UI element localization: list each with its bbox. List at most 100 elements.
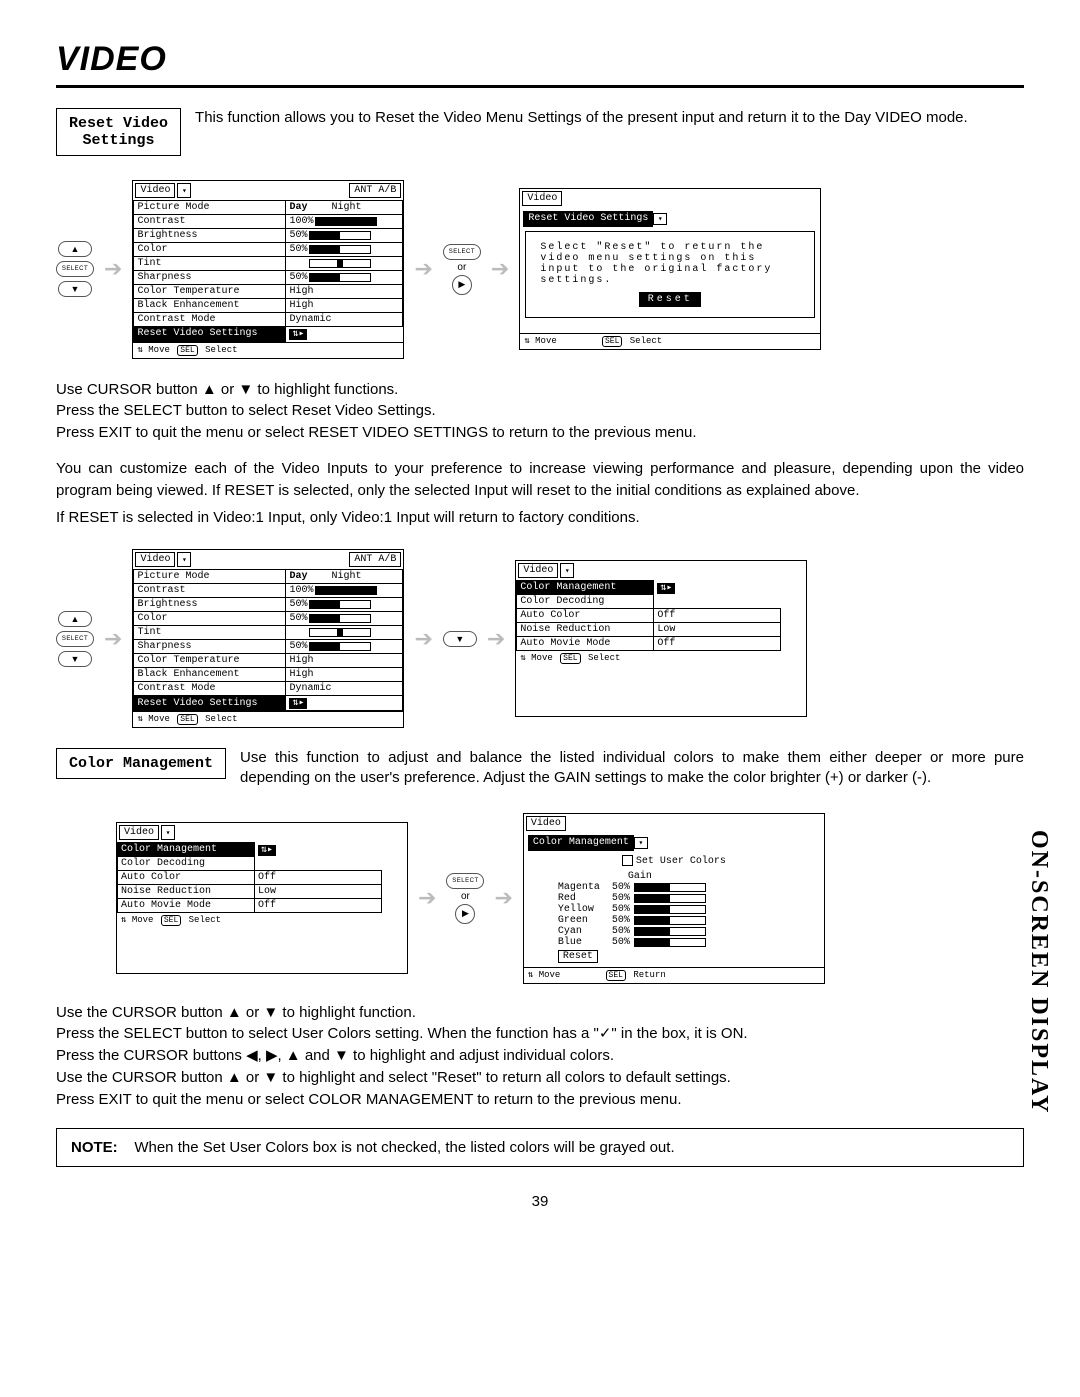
dialog-message: Select "Reset" to return the video menu … [540,242,800,286]
cursor-down-button[interactable]: ▼ [443,631,477,647]
dropdown-icon[interactable]: ▾ [653,213,667,225]
remote-buttons: ▲ SELECT ▼ [56,241,94,297]
osd-footer: ⇅ Move SEL Return [524,967,824,983]
cursor-right-button[interactable]: ▶ [452,275,472,295]
set-user-colors-label: Set User Colors [636,856,726,867]
instruction: Use the CURSOR button ▲ or ▼ to highligh… [56,1067,1024,1089]
row-sharpness[interactable]: Sharpness [134,271,286,285]
checkbox-set-user-colors[interactable] [622,855,633,866]
note-text: When the Set User Colors box is not chec… [134,1139,674,1156]
row-picture-mode[interactable]: Picture Mode [134,201,286,215]
gain-row-cyan[interactable]: Cyan50% [528,926,820,937]
gain-row-green[interactable]: Green50% [528,915,820,926]
row-contrast-mode[interactable]: Contrast Mode [134,682,286,696]
gain-row-blue[interactable]: Blue50% [528,937,820,948]
instruction: Press the SELECT button to select Reset … [56,400,1024,422]
row-color[interactable]: Color [134,612,286,626]
cursor-down-button[interactable]: ▼ [58,281,92,297]
osd-title: Video [518,563,558,578]
osd-cm-list: Video ▾ Color Management⇅▸ Color Decodin… [515,560,807,717]
osd-cm-gain: Video Color Management▾ Set User Colors … [523,813,825,984]
cursor-up-button[interactable]: ▲ [58,241,92,257]
note-box: NOTE: When the Set User Colors box is no… [56,1128,1024,1167]
page-number: 39 [56,1193,1024,1210]
row-sharpness[interactable]: Sharpness [134,640,286,654]
cursor-up-button[interactable]: ▲ [58,611,92,627]
cursor-right-button[interactable]: ▶ [455,904,475,924]
row-color-management[interactable]: Color Management [517,581,654,595]
arrow-icon: ➔ [494,885,512,911]
instruction: Use the CURSOR button ▲ or ▼ to highligh… [56,1002,1024,1024]
row-auto-color[interactable]: Auto Color [517,609,654,623]
arrow-icon: ➔ [104,626,122,652]
instruction: Press the CURSOR buttons ◀, ▶, ▲ and ▼ t… [56,1045,1024,1067]
osd-title: Video [526,816,566,831]
select-button[interactable]: SELECT [56,631,94,647]
osd-subtitle[interactable]: Reset Video Settings [523,211,653,227]
feature-label: Reset Video Settings [56,108,181,156]
osd-video-menu: Video ▾ ANT A/B Picture ModeDay Night Co… [132,180,404,359]
note-label: NOTE: [71,1139,118,1156]
row-tint[interactable]: Tint [134,257,286,271]
dropdown-icon[interactable]: ▾ [560,563,574,578]
dropdown-icon[interactable]: ▾ [161,825,175,840]
dropdown-icon[interactable]: ▾ [177,183,191,198]
row-brightness[interactable]: Brightness [134,598,286,612]
gain-row-yellow[interactable]: Yellow50% [528,904,820,915]
osd-title: Video [135,552,175,567]
osd-footer: ⇅ Move SEL Select [520,333,820,349]
feature-desc: This function allows you to Reset the Vi… [195,108,968,128]
osd-source: ANT A/B [349,552,401,567]
row-auto-movie[interactable]: Auto Movie Mode [118,899,255,913]
instruction: Press EXIT to quit the menu or select RE… [56,422,1024,444]
row-contrast[interactable]: Contrast [134,215,286,229]
feature-label: Color Management [56,748,226,779]
row-auto-color[interactable]: Auto Color [118,871,255,885]
reset-colors-button[interactable]: Reset [558,950,598,963]
select-button[interactable]: SELECT [443,244,481,260]
row-auto-movie[interactable]: Auto Movie Mode [517,637,654,651]
row-reset-video[interactable]: Reset Video Settings [134,696,286,711]
section-label: ON-SCREEN DISPLAY [1025,830,1052,1115]
row-contrast-mode[interactable]: Contrast Mode [134,313,286,327]
osd-subtitle[interactable]: Color Management [528,835,634,851]
row-noise-reduction[interactable]: Noise Reduction [118,885,255,899]
dropdown-icon[interactable]: ▾ [634,837,648,849]
diagram-to-cm: ▲ SELECT ▼ ➔ Video ▾ ANT A/B Picture Mod… [56,549,1024,728]
osd-footer: ⇅ Move SEL Select [133,342,403,358]
title-rule [56,85,1024,88]
connector: SELECT or ▶ [443,244,481,295]
row-black-enh[interactable]: Black Enhancement [134,668,286,682]
row-color[interactable]: Color [134,243,286,257]
select-button[interactable]: SELECT [446,873,484,889]
row-brightness[interactable]: Brightness [134,229,286,243]
row-noise-reduction[interactable]: Noise Reduction [517,623,654,637]
cursor-down-button[interactable]: ▼ [58,651,92,667]
gain-header: Gain [628,871,820,882]
row-color-temp[interactable]: Color Temperature [134,654,286,668]
instruction: Press EXIT to quit the menu or select CO… [56,1089,1024,1111]
paragraph: If RESET is selected in Video:1 Input, o… [56,507,1024,529]
row-color-management[interactable]: Color Management [118,843,255,857]
arrow-icon: ➔ [487,626,505,652]
osd-footer: ⇅ Move SEL Select [133,711,403,727]
instruction: Press the SELECT button to select User C… [56,1023,1024,1045]
row-tint[interactable]: Tint [134,626,286,640]
row-color-temp[interactable]: Color Temperature [134,285,286,299]
connector: SELECT or ▶ [446,873,484,924]
osd-title: Video [522,191,562,206]
dropdown-icon[interactable]: ▾ [177,552,191,567]
select-button[interactable]: SELECT [56,261,94,277]
row-contrast[interactable]: Contrast [134,584,286,598]
osd-cm-list-2: Video ▾ Color Management⇅▸ Color Decodin… [116,822,408,974]
gain-row-red[interactable]: Red50% [528,893,820,904]
row-color-decoding[interactable]: Color Decoding [517,595,654,609]
osd-title: Video [135,183,175,198]
reset-button[interactable]: Reset [639,292,701,307]
gain-row-magenta[interactable]: Magenta50% [528,882,820,893]
diagram-cm-gain: Video ▾ Color Management⇅▸ Color Decodin… [116,813,1024,984]
row-reset-video[interactable]: Reset Video Settings [134,327,286,342]
row-color-decoding[interactable]: Color Decoding [118,857,255,871]
row-black-enh[interactable]: Black Enhancement [134,299,286,313]
row-picture-mode[interactable]: Picture Mode [134,570,286,584]
